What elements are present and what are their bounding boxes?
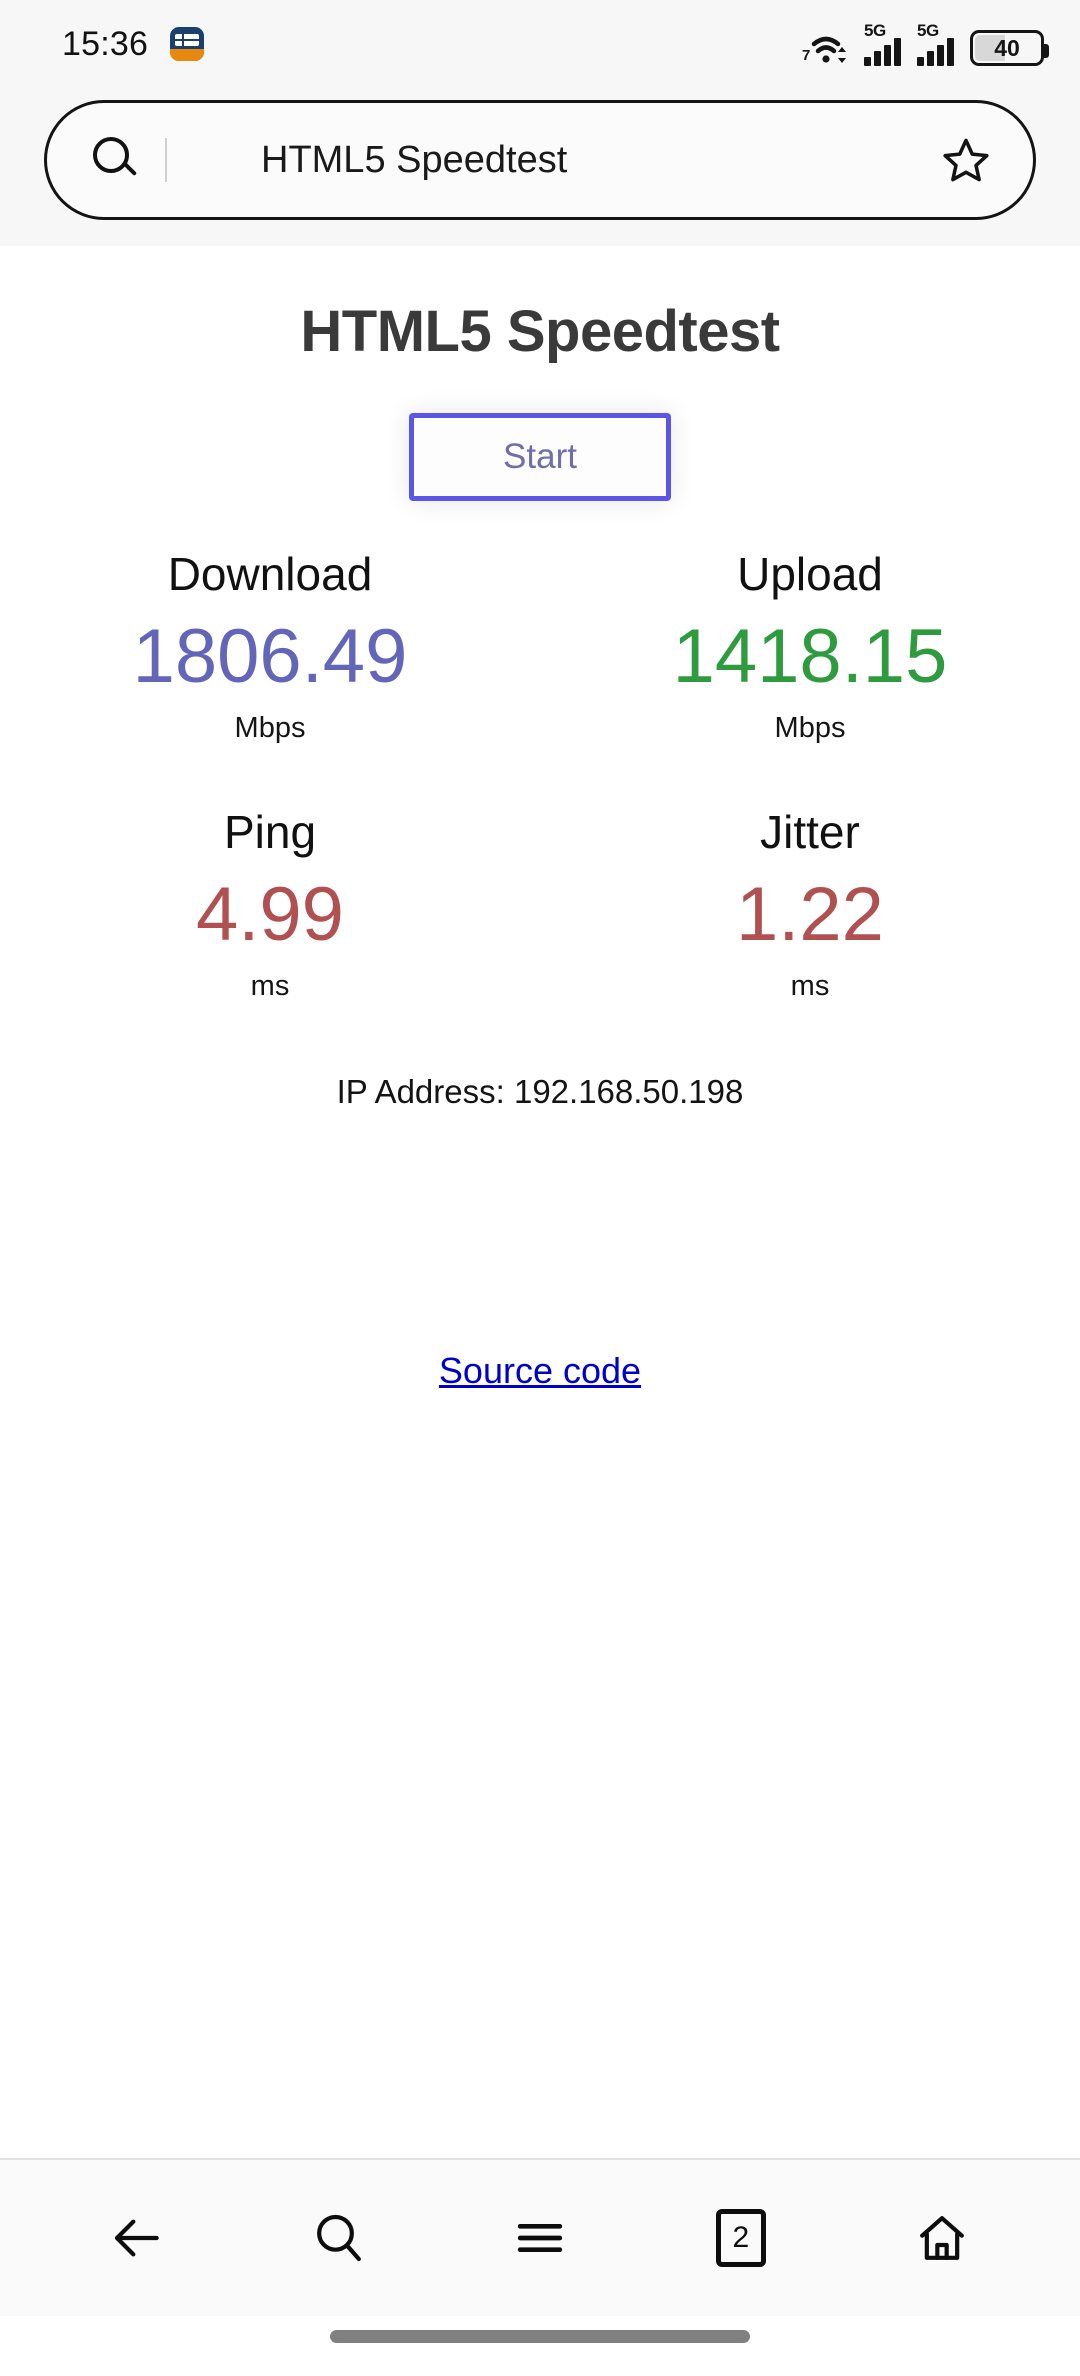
- status-bar-right: 7 5G 5G 40: [802, 21, 1049, 66]
- metric-value: 4.99: [196, 872, 344, 957]
- browser-bottom-nav: 2: [0, 2158, 1080, 2316]
- web-content: HTML5 Speedtest Start Download 1806.49 M…: [0, 246, 1080, 2158]
- phone-screen: 15:36 7 5G 5G 40 HTML5 Speedtest HTML5 S…: [0, 0, 1080, 2376]
- home-indicator[interactable]: [0, 2316, 1080, 2376]
- source-code-container: Source code: [0, 1350, 1080, 1392]
- metric-unit: ms: [790, 970, 830, 1002]
- battery-icon: 40: [970, 30, 1049, 66]
- metric-value: 1.22: [736, 872, 884, 957]
- signal-5g-label-1: 5G: [864, 21, 886, 40]
- metric-jitter: Jitter 1.22 ms: [540, 805, 1080, 1003]
- latency-metrics-row: Ping 4.99 ms Jitter 1.22 ms: [0, 805, 1080, 1003]
- home-icon[interactable]: [894, 2190, 990, 2286]
- metric-download: Download 1806.49 Mbps: [0, 547, 540, 745]
- start-button[interactable]: Start: [409, 413, 671, 501]
- ip-address-text: IP Address: 192.168.50.198: [336, 1073, 744, 1110]
- signal-5g-icon-1: 5G: [864, 21, 901, 66]
- battery-level: 40: [994, 34, 1020, 61]
- speed-metrics-row: Download 1806.49 Mbps Upload 1418.15 Mbp…: [0, 547, 1080, 745]
- metric-ping: Ping 4.99 ms: [0, 805, 540, 1003]
- shield-warning-icon[interactable]: [193, 136, 235, 184]
- tab-switcher-icon[interactable]: 2: [693, 2190, 789, 2286]
- search-icon[interactable]: [93, 137, 139, 183]
- metric-unit: Mbps: [774, 712, 846, 744]
- metric-upload: Upload 1418.15 Mbps: [540, 547, 1080, 745]
- signal-5g-label-2: 5G: [917, 21, 939, 40]
- status-bar-left: 15:36: [62, 24, 205, 64]
- home-indicator-pill[interactable]: [330, 2330, 750, 2343]
- tab-count: 2: [715, 2209, 766, 2267]
- star-outline-icon[interactable]: [941, 135, 991, 185]
- address-bar[interactable]: HTML5 Speedtest: [44, 100, 1036, 220]
- metric-value: 1418.15: [672, 614, 948, 699]
- search-icon[interactable]: [291, 2190, 387, 2286]
- metric-label: Jitter: [760, 806, 860, 858]
- clock: 15:36: [62, 24, 149, 63]
- url-text[interactable]: HTML5 Speedtest: [261, 139, 941, 182]
- calendar-app-icon: [170, 27, 205, 61]
- wifi-7-icon: 7: [802, 30, 848, 66]
- hamburger-menu-icon[interactable]: [492, 2190, 588, 2286]
- browser-toolbar: HTML5 Speedtest: [0, 88, 1080, 246]
- start-button-container: Start: [0, 413, 1080, 501]
- metric-value: 1806.49: [132, 614, 408, 699]
- metric-unit: ms: [250, 970, 290, 1002]
- signal-5g-icon-2: 5G: [917, 21, 954, 66]
- metric-label: Ping: [223, 806, 317, 858]
- wifi-generation-label: 7: [802, 47, 811, 64]
- page-title: HTML5 Speedtest: [300, 299, 780, 364]
- back-arrow-icon[interactable]: [90, 2190, 186, 2286]
- status-bar: 15:36 7 5G 5G 40: [0, 0, 1080, 88]
- metric-label: Download: [167, 548, 373, 600]
- toolbar-divider: [165, 138, 167, 182]
- metric-label: Upload: [737, 548, 883, 600]
- source-code-link[interactable]: Source code: [439, 1350, 641, 1391]
- metric-unit: Mbps: [234, 712, 306, 744]
